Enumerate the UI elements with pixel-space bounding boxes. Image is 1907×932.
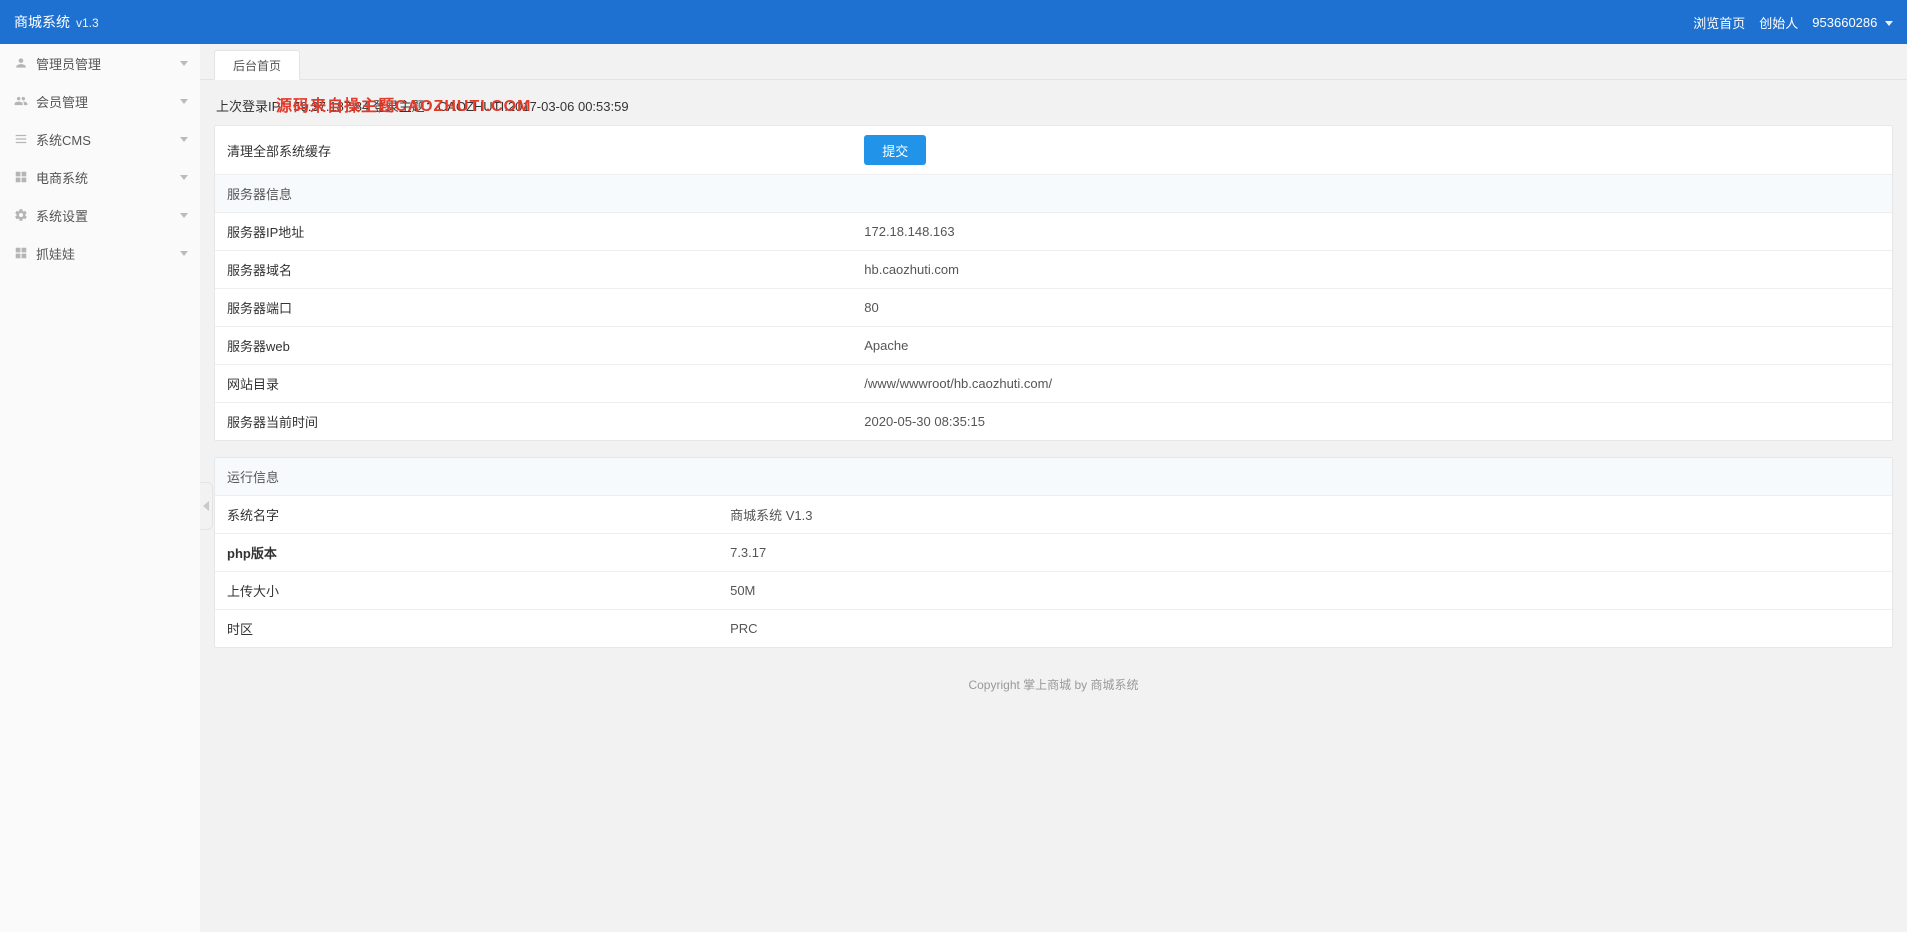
chevron-down-icon — [180, 251, 188, 256]
sidebar-item-claw[interactable]: 抓娃娃 — [0, 234, 200, 272]
row-value: Apache — [852, 327, 1892, 365]
sidebar-collapse-handle[interactable] — [200, 482, 213, 530]
users-icon — [14, 94, 28, 108]
account-id: 953660286 — [1812, 15, 1877, 30]
list-icon — [14, 132, 28, 146]
sidebar-item-label: 电商系统 — [36, 168, 88, 187]
row-value: PRC — [718, 610, 1892, 648]
tab-label: 后台首页 — [233, 57, 281, 74]
panel-runtime: 运行信息 系统名字 商城系统 V1.3 php版本 7.3.17 上传大小 — [214, 457, 1893, 648]
panel-server: 清理全部系统缓存 提交 服务器信息 服务器IP地址 172.18.148.163 — [214, 125, 1893, 441]
row-label: 系统名字 — [215, 496, 718, 534]
row-label: 服务器域名 — [215, 251, 852, 289]
row-label: 服务器IP地址 — [215, 213, 852, 251]
last-login-text: 上次登录IP：59.37.187.84 登录主题：CAOZHUTI.2017-0… — [216, 99, 629, 114]
table-row: 服务器web Apache — [215, 327, 1892, 365]
header-right: 浏览首页 创始人 953660286 — [1693, 13, 1893, 32]
row-label: 时区 — [215, 610, 718, 648]
row-label: 服务器端口 — [215, 289, 852, 327]
chevron-down-icon — [180, 99, 188, 104]
sidebar-item-members[interactable]: 会员管理 — [0, 82, 200, 120]
tab-dashboard[interactable]: 后台首页 — [214, 50, 300, 80]
sidebar-item-admin[interactable]: 管理员管理 — [0, 44, 200, 82]
last-login-line: 上次登录IP：59.37.187.84 登录主题：CAOZHUTI.2017-0… — [214, 90, 1893, 125]
server-info-heading-row: 服务器信息 — [215, 175, 1892, 213]
row-value: 80 — [852, 289, 1892, 327]
founder-label: 创始人 — [1759, 13, 1798, 32]
header-left: 商城系统 v1.3 — [14, 12, 99, 32]
browse-home-link[interactable]: 浏览首页 — [1693, 13, 1745, 32]
header: 商城系统 v1.3 浏览首页 创始人 953660286 — [0, 0, 1907, 44]
row-value: 7.3.17 — [718, 534, 1892, 572]
table-row: php版本 7.3.17 — [215, 534, 1892, 572]
server-info-heading: 服务器信息 — [215, 175, 1892, 213]
chevron-down-icon — [180, 213, 188, 218]
sidebar-item-settings[interactable]: 系统设置 — [0, 196, 200, 234]
sidebar-item-label: 系统设置 — [36, 206, 88, 225]
footer-text: Copyright 掌上商城 by 商城系统 — [214, 676, 1893, 693]
table-row: 服务器域名 hb.caozhuti.com — [215, 251, 1892, 289]
sidebar-item-ecommerce[interactable]: 电商系统 — [0, 158, 200, 196]
app-title: 商城系统 — [14, 12, 70, 32]
runtime-info-heading: 运行信息 — [215, 458, 1892, 496]
row-value: 商城系统 V1.3 — [718, 496, 1892, 534]
chevron-down-icon — [180, 61, 188, 66]
tabs-bar: 后台首页 — [200, 44, 1907, 80]
row-label: php版本 — [215, 534, 718, 572]
grid-icon — [14, 246, 28, 260]
submit-button[interactable]: 提交 — [864, 135, 926, 165]
gear-icon — [14, 208, 28, 222]
row-label: 上传大小 — [215, 572, 718, 610]
row-label: 网站目录 — [215, 365, 852, 403]
sidebar: 管理员管理 会员管理 系统CMS — [0, 44, 200, 932]
row-value: 172.18.148.163 — [852, 213, 1892, 251]
sidebar-item-cms[interactable]: 系统CMS — [0, 120, 200, 158]
account-dropdown[interactable]: 953660286 — [1812, 15, 1893, 30]
table-row: 网站目录 /www/wwwroot/hb.caozhuti.com/ — [215, 365, 1892, 403]
row-value: /www/wwwroot/hb.caozhuti.com/ — [852, 365, 1892, 403]
table-row: 服务器IP地址 172.18.148.163 — [215, 213, 1892, 251]
chevron-down-icon — [1885, 21, 1893, 26]
table-row: 时区 PRC — [215, 610, 1892, 648]
table-row: 服务器端口 80 — [215, 289, 1892, 327]
sidebar-item-label: 管理员管理 — [36, 54, 101, 73]
content: 上次登录IP：59.37.187.84 登录主题：CAOZHUTI.2017-0… — [200, 80, 1907, 932]
table-row: 服务器当前时间 2020-05-30 08:35:15 — [215, 403, 1892, 441]
grid-icon — [14, 170, 28, 184]
sidebar-item-label: 会员管理 — [36, 92, 88, 111]
row-value: 50M — [718, 572, 1892, 610]
cache-clear-label: 清理全部系统缓存 — [215, 126, 852, 175]
main: 后台首页 上次登录IP：59.37.187.84 登录主题：CAOZHUTI.2… — [200, 44, 1907, 932]
user-icon — [14, 56, 28, 70]
row-label: 服务器当前时间 — [215, 403, 852, 441]
app-version: v1.3 — [76, 16, 99, 30]
sidebar-item-label: 系统CMS — [36, 130, 91, 149]
row-value: 2020-05-30 08:35:15 — [852, 403, 1892, 441]
row-value: hb.caozhuti.com — [852, 251, 1892, 289]
chevron-left-icon — [203, 501, 209, 511]
cache-clear-row: 清理全部系统缓存 提交 — [215, 126, 1892, 175]
table-row: 系统名字 商城系统 V1.3 — [215, 496, 1892, 534]
chevron-down-icon — [180, 175, 188, 180]
chevron-down-icon — [180, 137, 188, 142]
runtime-info-heading-row: 运行信息 — [215, 458, 1892, 496]
sidebar-item-label: 抓娃娃 — [36, 244, 75, 263]
row-label: 服务器web — [215, 327, 852, 365]
table-row: 上传大小 50M — [215, 572, 1892, 610]
